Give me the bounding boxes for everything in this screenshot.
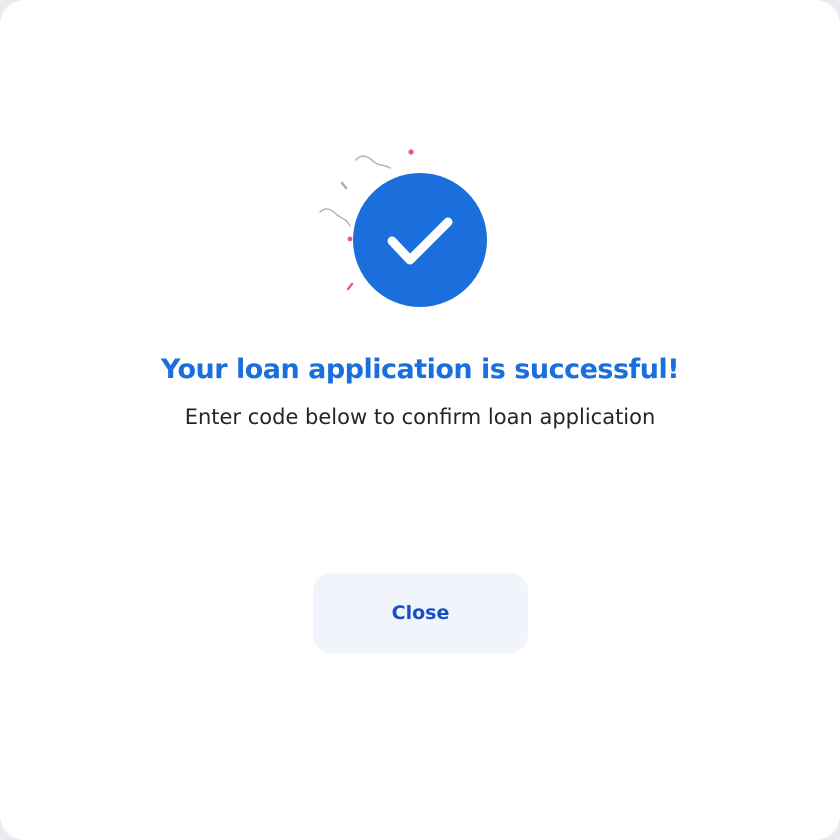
close-button[interactable]: Close xyxy=(313,573,528,653)
success-illustration xyxy=(300,140,500,320)
confetti-decoration xyxy=(319,149,487,307)
success-subtitle: Enter code below to confirm loan applica… xyxy=(184,405,656,429)
success-title: Your loan application is successful! xyxy=(160,354,680,385)
check-circle-icon xyxy=(353,173,487,307)
success-dialog: Your loan application is successful! Ent… xyxy=(0,0,840,840)
